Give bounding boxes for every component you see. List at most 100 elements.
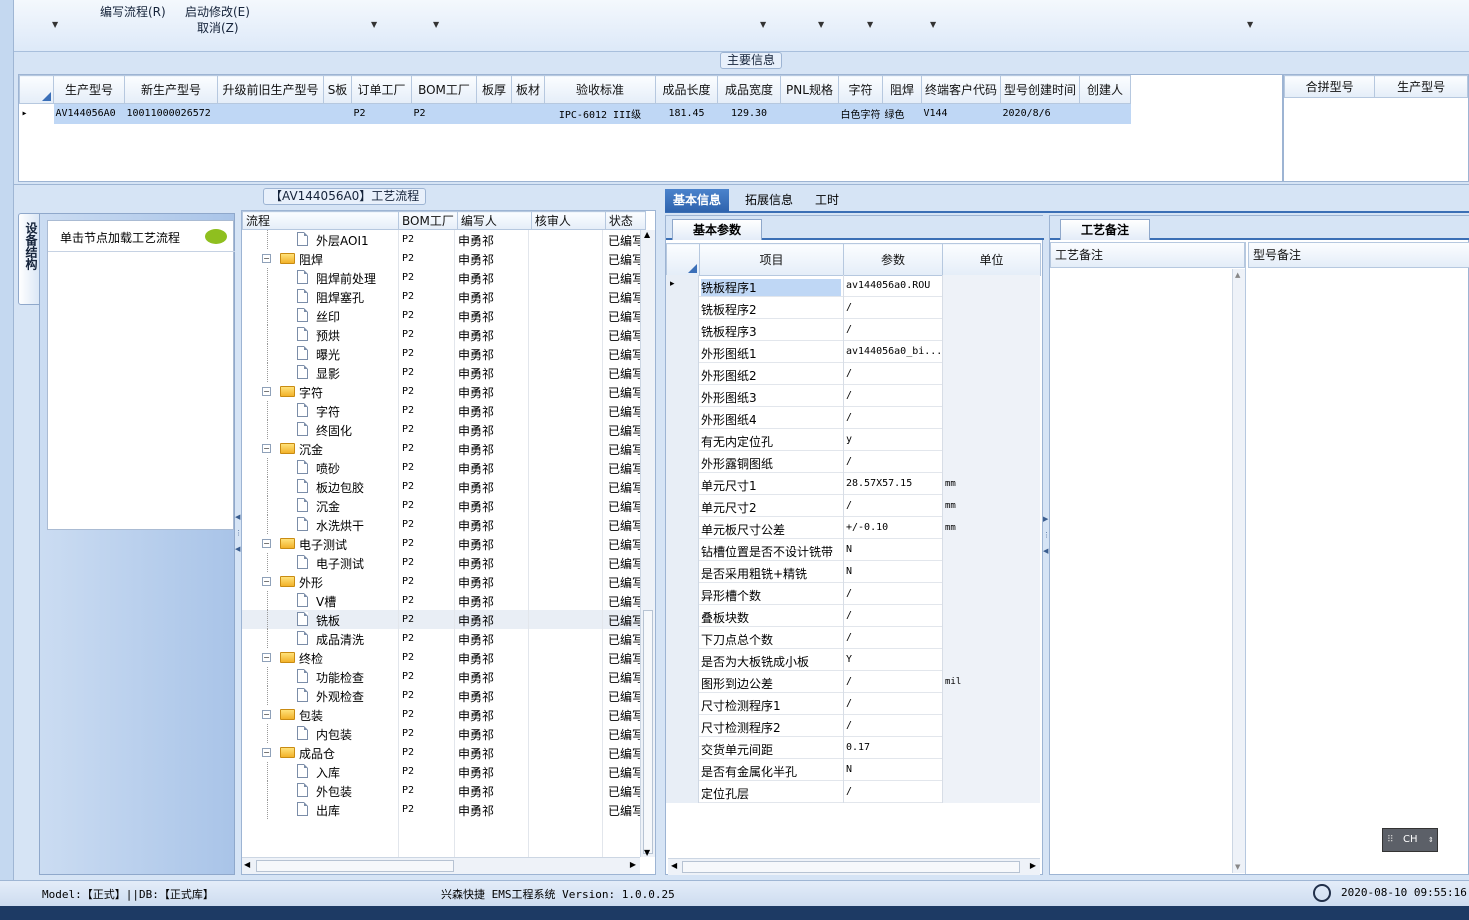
param-value[interactable]: / [843,781,942,803]
param-value[interactable]: / [843,627,942,649]
start-modify-button[interactable]: 启动修改(E) [185,3,250,20]
tree-row[interactable]: 终固化 P2 申勇祁 已编写 [242,420,640,439]
param-value[interactable]: / [843,671,942,693]
param-row[interactable]: 外形图纸1 av144056a0_bi... [666,341,1040,363]
dropdown-arrow-icon[interactable]: ▼ [52,20,58,29]
grid-corner[interactable] [666,243,700,276]
equipment-tree[interactable]: 单击节点加载工艺流程 [47,220,235,530]
tree-row[interactable]: 水洗烘干 P2 申勇祁 已编写 [242,515,640,534]
param-value[interactable]: y [843,429,942,451]
tree-row[interactable]: 出库 P2 申勇祁 已编写 [242,800,640,819]
param-value[interactable]: / [843,297,942,319]
collapse-icon[interactable]: − [262,539,271,548]
col-bom-factory[interactable]: BOM工厂 [398,211,458,230]
collapse-icon[interactable]: − [262,577,271,586]
param-row[interactable]: 叠板块数 / [666,605,1040,627]
tree-row[interactable]: 曝光 P2 申勇祁 已编写 [242,344,640,363]
param-row[interactable]: 是否为大板铣成小板 Y [666,649,1040,671]
cancel-button[interactable]: 取消(Z) [197,19,239,36]
param-row[interactable]: 异形槽个数 / [666,583,1040,605]
tree-row[interactable]: 字符 P2 申勇祁 已编写 [242,401,640,420]
col-unit[interactable]: 单位 [942,243,1041,276]
param-value[interactable]: 28.57X57.15 [843,473,942,495]
tab-work-hours[interactable]: 工时 [807,189,847,212]
tree-row[interactable]: − 外形 P2 申勇祁 已编写 [242,572,640,591]
col-3[interactable]: S板 [323,75,352,104]
param-value[interactable]: / [843,693,942,715]
basic-params-tab[interactable]: 基本参数 [672,219,762,240]
tab-basic-info[interactable]: 基本信息 [665,189,729,212]
param-value[interactable]: / [843,451,942,473]
col-9[interactable]: 成品长度 [655,75,718,104]
param-value[interactable]: av144056a0_bi... [843,341,942,363]
param-row[interactable]: 外形图纸4 / [666,407,1040,429]
tree-row[interactable]: 沉金 P2 申勇祁 已编写 [242,496,640,515]
dropdown-arrow-icon[interactable]: ▼ [760,20,766,29]
dropdown-arrow-icon[interactable]: ▼ [371,20,377,29]
param-row[interactable]: 尺寸检测程序1 / [666,693,1040,715]
param-row[interactable]: 交货单元间距 0.17 [666,737,1040,759]
tree-row[interactable]: 丝印 P2 申勇祁 已编写 [242,306,640,325]
collapse-icon[interactable]: − [262,653,271,662]
col-0[interactable]: 生产型号 [53,75,125,104]
param-row[interactable]: 有无内定位孔 y [666,429,1040,451]
tree-row[interactable]: 电子测试 P2 申勇祁 已编写 [242,553,640,572]
col-4[interactable]: 订单工厂 [351,75,412,104]
param-row[interactable]: 钻槽位置是否不设计铣带 N [666,539,1040,561]
param-value[interactable]: / [843,583,942,605]
tree-row[interactable]: − 包装 P2 申勇祁 已编写 [242,705,640,724]
tree-row[interactable]: 阻焊前处理 P2 申勇祁 已编写 [242,268,640,287]
col-flow[interactable]: 流程 [242,211,399,230]
col-11[interactable]: PNL规格 [780,75,839,104]
param-row[interactable]: 下刀点总个数 / [666,627,1040,649]
collapse-icon[interactable]: − [262,444,271,453]
col-param[interactable]: 参数 [843,243,943,276]
col-writer[interactable]: 编写人 [456,211,532,230]
tree-row[interactable]: 成品清洗 P2 申勇祁 已编写 [242,629,640,648]
param-value[interactable]: / [843,495,942,517]
table-row[interactable]: ▸ AV144056A0 10011000026572 P2 P2 IPC-6012 I… [19,103,1131,124]
grid-corner[interactable] [19,75,54,104]
tab-equipment-structure[interactable]: 设备结构 [18,213,40,305]
dropdown-arrow-icon[interactable]: ▼ [818,20,824,29]
ime-indicator[interactable]: ⠿ CH ⇕ [1382,828,1438,852]
tree-row[interactable]: 入库 P2 申勇祁 已编写 [242,762,640,781]
tree-row[interactable]: − 沉金 P2 申勇祁 已编写 [242,439,640,458]
process-remark-area[interactable]: 工艺备注 ▲ ▼ [1050,242,1246,874]
col-merge-model[interactable]: 合拼型号 [1283,75,1376,98]
param-value[interactable]: 0.17 [843,737,942,759]
param-row[interactable]: 图形到边公差 / mil [666,671,1040,693]
tree-horizontal-scrollbar[interactable]: ◀ ▶ [242,857,640,874]
param-value[interactable]: / [843,319,942,341]
col-8[interactable]: 验收标准 [544,75,656,104]
tree-row[interactable]: − 阻焊 P2 申勇祁 已编写 [242,249,640,268]
param-value[interactable]: av144056a0.ROU [843,275,942,297]
collapse-icon[interactable]: − [262,710,271,719]
params-horizontal-scrollbar[interactable]: ◀ ▶ [668,858,1040,875]
dropdown-arrow-icon[interactable]: ▼ [1247,20,1253,29]
param-value[interactable]: / [843,407,942,429]
param-row[interactable]: ▸ 铣板程序1 av144056a0.ROU [666,275,1040,297]
param-value[interactable]: +/-0.10 [843,517,942,539]
col-13[interactable]: 阻焊 [882,75,922,104]
col-6[interactable]: 板厚 [476,75,512,104]
tree-row[interactable]: 功能检查 P2 申勇祁 已编写 [242,667,640,686]
dropdown-arrow-icon[interactable]: ▼ [867,20,873,29]
collapse-icon[interactable]: − [262,254,271,263]
param-value[interactable]: N [843,759,942,781]
collapse-icon[interactable]: − [262,387,271,396]
tree-row[interactable]: 预烘 P2 申勇祁 已编写 [242,325,640,344]
process-remark-tab[interactable]: 工艺备注 [1060,219,1150,240]
param-row[interactable]: 单元板尺寸公差 +/-0.10 mm [666,517,1040,539]
tree-row[interactable]: − 电子测试 P2 申勇祁 已编写 [242,534,640,553]
col-1[interactable]: 新生产型号 [124,75,218,104]
col-16[interactable]: 创建人 [1079,75,1132,104]
tree-row[interactable]: 显影 P2 申勇祁 已编写 [242,363,640,382]
param-value[interactable]: Y [843,649,942,671]
param-value[interactable]: / [843,605,942,627]
tree-vertical-scrollbar[interactable]: ▲ ▼ [640,230,655,857]
col-2[interactable]: 升级前旧生产型号 [217,75,324,104]
param-row[interactable]: 单元尺寸1 28.57X57.15 mm [666,473,1040,495]
param-value[interactable]: N [843,561,942,583]
col-reviewer[interactable]: 核审人 [530,211,606,230]
